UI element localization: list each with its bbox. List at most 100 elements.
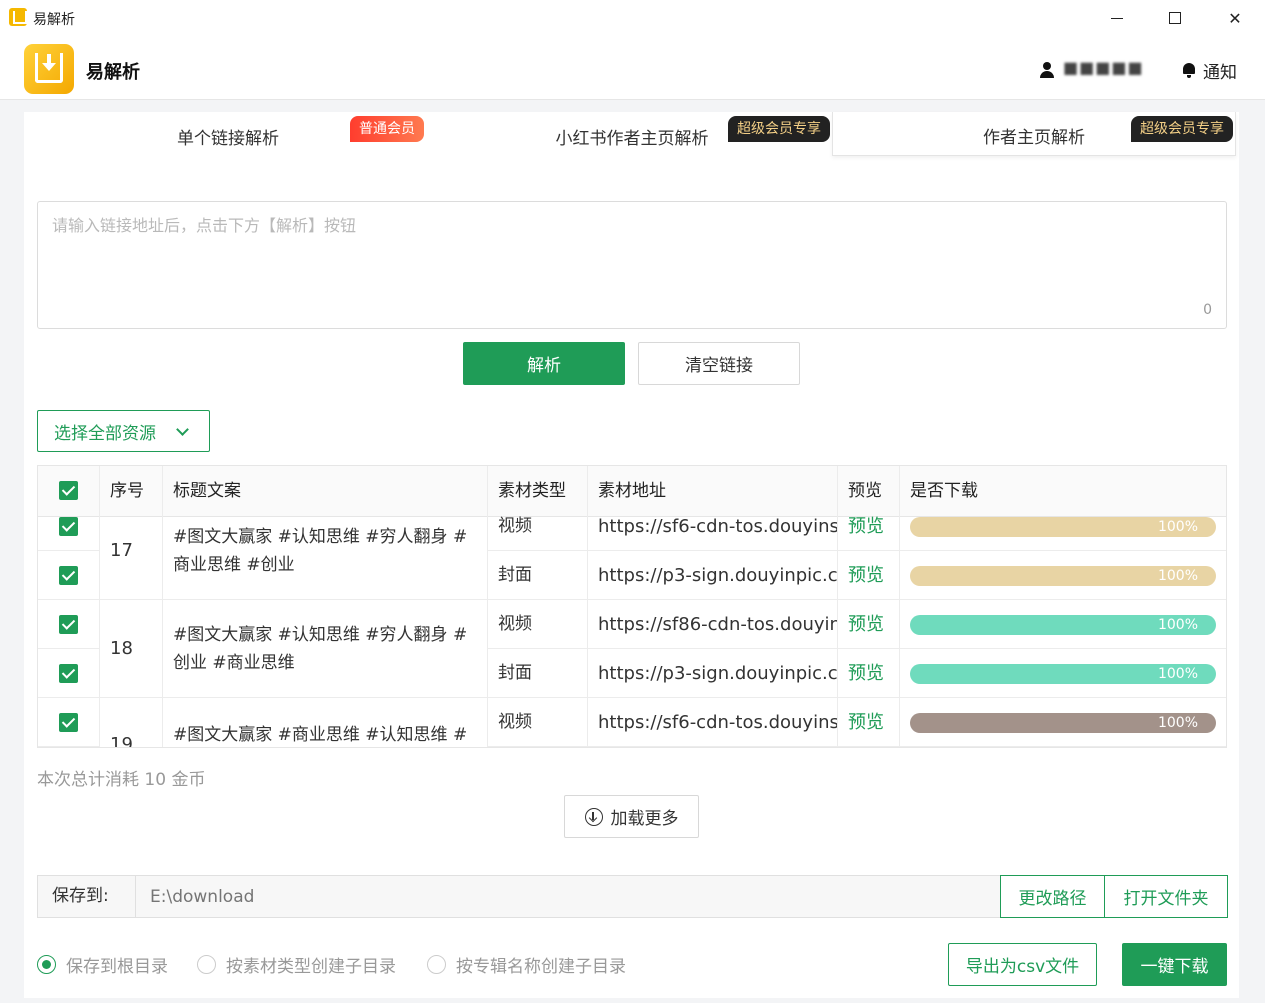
row-checkbox[interactable] bbox=[59, 664, 78, 683]
progress-percent: 100% bbox=[1157, 715, 1198, 731]
link-input[interactable] bbox=[38, 202, 1226, 328]
notify-link[interactable]: 通知 bbox=[1203, 58, 1237, 83]
save-path-input[interactable] bbox=[136, 876, 1000, 917]
chevron-down-icon bbox=[176, 423, 189, 436]
download-cell: 100% bbox=[900, 551, 1226, 600]
progress-percent: 100% bbox=[1157, 617, 1198, 633]
link-input-box: 0 bbox=[37, 201, 1227, 329]
download-progress-bar: 100% bbox=[910, 517, 1216, 537]
maximize-button[interactable] bbox=[1146, 0, 1204, 36]
radio-label: 按素材类型创建子目录 bbox=[226, 956, 396, 977]
tab-label: 小红书作者主页解析 bbox=[555, 128, 709, 149]
load-more-button[interactable]: 加载更多 bbox=[564, 795, 699, 838]
title-cell: #图文大赢家 #认知思维 #穷人翻身 #创业 #商业思维 bbox=[163, 600, 488, 698]
download-cell: 100% bbox=[900, 698, 1226, 747]
tab-label: 单个链接解析 bbox=[177, 128, 279, 149]
check-cell bbox=[38, 649, 100, 698]
index-cell: 19 bbox=[100, 698, 163, 748]
save-label: 保存到: bbox=[38, 876, 136, 917]
url-cell: https://sf6-cdn-tos.douyinstatic.com bbox=[588, 698, 838, 747]
radio-unchecked-icon bbox=[427, 954, 446, 974]
type-cell: 视频 bbox=[488, 502, 588, 551]
app-header: 易解析 ■■■■■ 通知 bbox=[0, 36, 1265, 100]
radio-by-album[interactable]: 按专辑名称创建子目录 bbox=[427, 952, 626, 977]
title-cell: #图文大赢家 #认知思维 #穷人翻身 #商业思维 #创业 bbox=[163, 502, 488, 600]
download-cell: 100% bbox=[900, 502, 1226, 551]
check-cell bbox=[38, 551, 100, 600]
url-cell: https://sf86-cdn-tos.douyinstatic.com bbox=[588, 600, 838, 649]
title-text: #图文大赢家 #商业思维 #认知思维 # bbox=[173, 725, 468, 745]
url-cell: https://p3-sign.douyinpic.com bbox=[588, 551, 838, 600]
maximize-icon bbox=[1169, 12, 1181, 24]
radio-label: 保存到根目录 bbox=[66, 956, 168, 977]
table-body: 17 #图文大赢家 #认知思维 #穷人翻身 #商业思维 #创业 视频 https… bbox=[38, 502, 1226, 748]
member-badge: 普通会员 bbox=[350, 116, 424, 142]
check-cell bbox=[38, 600, 100, 649]
brand-name: 易解析 bbox=[86, 62, 140, 83]
progress-percent: 100% bbox=[1157, 568, 1198, 584]
preview-link[interactable]: 预览 bbox=[838, 551, 900, 600]
window-title: 易解析 bbox=[33, 12, 75, 28]
resource-table: 序号 标题文案 素材类型 素材地址 预览 是否下载 17 #图文大赢家 #认知思… bbox=[37, 465, 1227, 748]
username[interactable]: ■■■■■ bbox=[1063, 58, 1144, 77]
type-cell: 封面 bbox=[488, 551, 588, 600]
open-folder-button[interactable]: 打开文件夹 bbox=[1104, 875, 1228, 918]
download-progress-bar: 100% bbox=[910, 566, 1216, 586]
bell-icon[interactable] bbox=[1182, 62, 1196, 78]
preview-link[interactable]: 预览 bbox=[838, 698, 900, 747]
tab-label: 作者主页解析 bbox=[983, 128, 1085, 148]
select-all-resources-dropdown[interactable]: 选择全部资源 bbox=[37, 410, 210, 452]
main-panel: 单个链接解析 普通会员 小红书作者主页解析 超级会员专享 作者主页解析 超级会员… bbox=[24, 112, 1239, 998]
check-cell bbox=[38, 698, 100, 747]
download-circle-icon bbox=[584, 807, 603, 826]
type-cell: 视频 bbox=[488, 600, 588, 649]
row-checkbox[interactable] bbox=[59, 517, 78, 536]
parse-button[interactable]: 解析 bbox=[463, 342, 625, 385]
preview-link[interactable]: 预览 bbox=[838, 600, 900, 649]
download-progress-bar: 100% bbox=[910, 713, 1216, 733]
row-checkbox[interactable] bbox=[59, 615, 78, 634]
url-cell: https://sf6-cdn-tos.douyinstatic.com bbox=[588, 502, 838, 551]
logo-icon bbox=[24, 44, 74, 94]
radio-checked-icon bbox=[37, 954, 56, 974]
save-path-bar: 保存到: 更改路径 打开文件夹 bbox=[37, 875, 1228, 918]
preview-link[interactable]: 预览 bbox=[838, 649, 900, 698]
export-csv-button[interactable]: 导出为csv文件 bbox=[948, 943, 1097, 986]
preview-link[interactable]: 预览 bbox=[838, 502, 900, 551]
radio-by-type[interactable]: 按素材类型创建子目录 bbox=[197, 952, 396, 977]
load-more-label: 加载更多 bbox=[610, 809, 679, 829]
change-path-button[interactable]: 更改路径 bbox=[1000, 875, 1105, 918]
row-checkbox[interactable] bbox=[59, 566, 78, 585]
user-icon[interactable] bbox=[1040, 62, 1054, 78]
check-cell bbox=[38, 502, 100, 551]
clear-links-button[interactable]: 清空链接 bbox=[638, 342, 800, 385]
super-member-badge: 超级会员专享 bbox=[1131, 116, 1233, 142]
minimize-button[interactable] bbox=[1088, 0, 1146, 36]
url-cell: https://p3-sign.douyinpic.com bbox=[588, 649, 838, 698]
row-checkbox[interactable] bbox=[59, 713, 78, 732]
index-text: 19 bbox=[110, 734, 133, 748]
logo-arrow bbox=[42, 54, 56, 71]
char-count: 0 bbox=[1203, 302, 1212, 318]
type-cell: 封面 bbox=[488, 649, 588, 698]
super-member-badge: 超级会员专享 bbox=[728, 116, 830, 142]
radio-unchecked-icon bbox=[197, 954, 216, 974]
close-icon: ✕ bbox=[1228, 8, 1242, 28]
progress-percent: 100% bbox=[1157, 666, 1198, 682]
download-all-button[interactable]: 一键下载 bbox=[1122, 943, 1227, 986]
type-cell: 视频 bbox=[488, 698, 588, 747]
download-cell: 100% bbox=[900, 600, 1226, 649]
radio-save-root[interactable]: 保存到根目录 bbox=[37, 952, 168, 977]
app-icon bbox=[9, 8, 27, 26]
download-cell: 100% bbox=[900, 649, 1226, 698]
minimize-icon bbox=[1111, 17, 1123, 19]
close-button[interactable]: ✕ bbox=[1206, 0, 1264, 36]
index-cell: 17 bbox=[100, 502, 163, 600]
progress-percent: 100% bbox=[1157, 519, 1198, 535]
title-cell: #图文大赢家 #商业思维 #认知思维 # bbox=[163, 698, 488, 747]
download-progress-bar: 100% bbox=[910, 615, 1216, 635]
title-bar: 易解析 ✕ bbox=[0, 0, 1265, 36]
index-cell: 18 bbox=[100, 600, 163, 698]
select-all-checkbox[interactable] bbox=[59, 481, 78, 500]
dropdown-label: 选择全部资源 bbox=[54, 423, 156, 444]
